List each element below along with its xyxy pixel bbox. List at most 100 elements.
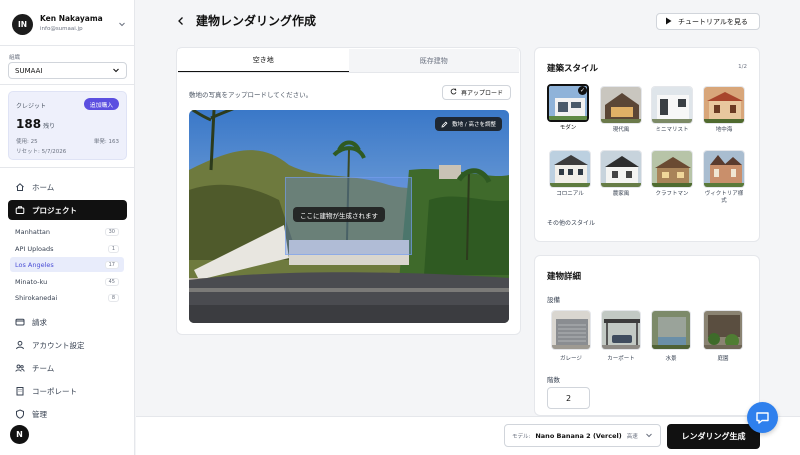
user-email: info@sumaai.jp [40, 26, 83, 32]
card-icon [15, 317, 25, 327]
more-styles-link[interactable]: その他のスタイル [547, 218, 595, 227]
details-section-title: 建物詳細 [547, 272, 582, 282]
project-name: API Uploads [15, 244, 54, 253]
style-pager[interactable]: 1/2 [738, 64, 747, 70]
nav-admin-label: 管理 [32, 409, 47, 419]
facility-option-carport[interactable]: カーポート [601, 310, 641, 362]
nav-team-label: チーム [32, 363, 55, 373]
site-panel: 空き地 既存建物 敷地の写真をアップロードしてください。 再アップロード 敷地 … [176, 47, 521, 335]
project-item-api-uploads[interactable]: API Uploads 1 [10, 241, 124, 256]
adjust-site-button[interactable]: 敷地 / 高さを調整 [435, 117, 502, 131]
project-count: 17 [104, 260, 119, 269]
project-count: 8 [107, 293, 119, 302]
facility-label: ガレージ [560, 356, 582, 362]
building-icon [15, 386, 25, 396]
project-item-manhattan[interactable]: Manhattan 30 [10, 224, 124, 239]
credit-label: クレジット [16, 103, 47, 110]
style-label: 現代風 [612, 127, 630, 133]
reupload-button[interactable]: 再アップロード [442, 85, 512, 100]
style-option-mediterranean[interactable]: 地中海 [703, 86, 745, 134]
pencil-icon [441, 121, 448, 128]
nav-admin[interactable]: 管理 [8, 404, 127, 424]
divider [0, 84, 135, 85]
style-thumb [651, 150, 693, 188]
style-option-victorian[interactable]: ヴィクトリア様式 [703, 150, 745, 205]
generate-render-button[interactable]: レンダリング生成 [667, 424, 760, 449]
project-item-shirokanedai[interactable]: Shirokanedai 8 [10, 290, 124, 305]
tutorial-label: チュートリアルを見る [678, 17, 748, 26]
chat-icon [756, 411, 769, 424]
project-item-los-angeles[interactable]: Los Angeles 17 [10, 257, 124, 272]
style-thumb [651, 86, 693, 124]
model-select[interactable]: モデル: Nano Banana 2 (Vercel) 高速 [504, 424, 661, 447]
nav-projects-label: プロジェクト [32, 205, 77, 215]
style-section-title: 建築スタイル [547, 64, 599, 74]
style-thumb [703, 150, 745, 188]
style-thumb [600, 86, 642, 124]
credit-remaining-value: 188 [16, 117, 42, 131]
team-icon [15, 363, 25, 373]
style-thumb [703, 86, 745, 124]
facility-thumb [651, 310, 691, 350]
style-thumb [549, 150, 591, 188]
nav-billing[interactable]: 請求 [8, 312, 127, 332]
facility-option-water-feature[interactable]: 水景 [651, 310, 691, 362]
nav-corporate-label: コーポレート [32, 386, 77, 396]
facility-thumb [551, 310, 591, 350]
facilities-label: 設備 [547, 296, 560, 304]
briefcase-icon [15, 205, 25, 215]
user-menu[interactable]: IN Ken Nakayama info@sumaai.jp [12, 12, 127, 36]
credit-reset: リセット: 5/7/2026 [16, 149, 67, 155]
details-panel: 建物詳細 設備 ガレージ カーポート 水景 庭園 階数 2 [534, 255, 760, 416]
chat-support-button[interactable] [747, 402, 778, 433]
tutorial-button[interactable]: チュートリアルを見る [656, 13, 760, 30]
buy-credits-button[interactable]: 追加購入 [83, 98, 119, 110]
tab-existing-building[interactable]: 既存建物 [348, 49, 519, 72]
facility-option-garage[interactable]: ガレージ [551, 310, 591, 362]
project-name: Manhattan [15, 227, 51, 236]
action-footer: モデル: Nano Banana 2 (Vercel) 高速 レンダリング生成 [136, 416, 800, 455]
building-placeholder-label: ここに建物が生成されます [293, 207, 385, 222]
project-name: Los Angeles [15, 260, 54, 269]
style-option-farmhouse[interactable]: 農家風 [600, 150, 642, 198]
style-option-modern[interactable]: ✓ モダン [547, 84, 589, 132]
nav-account[interactable]: アカウント設定 [8, 335, 127, 355]
nav-projects[interactable]: プロジェクト [8, 200, 127, 220]
tab-empty-lot[interactable]: 空き地 [178, 49, 349, 72]
user-name: Ken Nakayama [40, 14, 103, 23]
facility-label: 庭園 [717, 356, 729, 362]
sidebar-badge[interactable]: N [10, 425, 29, 444]
model-select-value: Nano Banana 2 (Vercel) [535, 431, 622, 440]
style-label: ミニマリスト [655, 127, 689, 133]
facility-option-garden[interactable]: 庭園 [703, 310, 743, 362]
project-count: 1 [107, 244, 119, 253]
check-icon: ✓ [578, 86, 587, 95]
floors-input[interactable]: 2 [547, 387, 590, 409]
project-name: Minato-ku [15, 277, 48, 286]
style-option-colonial[interactable]: コロニアル [549, 150, 591, 198]
style-option-minimalist[interactable]: ミニマリスト [651, 86, 693, 134]
home-icon [15, 182, 25, 192]
model-select-label: モデル: [512, 433, 531, 440]
chevron-down-icon [112, 66, 120, 76]
project-item-minato-ku[interactable]: Minato-ku 45 [10, 274, 124, 289]
chevron-down-icon [117, 19, 127, 29]
nav-home[interactable]: ホーム [8, 177, 127, 197]
divider [0, 45, 135, 46]
org-select[interactable]: SUMAAI [8, 62, 127, 79]
style-label: 地中海 [715, 127, 733, 133]
style-option-contemporary[interactable]: 現代風 [600, 86, 642, 134]
credit-used: 使用: 25 [16, 139, 38, 145]
credit-card: クレジット 追加購入 188 残り 使用: 25 単発: 163 リセット: 5/… [8, 91, 127, 160]
back-button[interactable] [177, 14, 187, 28]
nav-team[interactable]: チーム [8, 358, 127, 378]
style-option-craftsman[interactable]: クラフトマン [651, 150, 693, 198]
style-label: ヴィクトリア様式 [704, 191, 744, 204]
style-label: コロニアル [556, 191, 584, 197]
facility-label: 水景 [665, 356, 677, 362]
org-label: 組織 [9, 55, 21, 61]
nav-account-label: アカウント設定 [32, 340, 85, 350]
project-count: 30 [104, 227, 119, 236]
nav-corporate[interactable]: コーポレート [8, 381, 127, 401]
sidebar: IN Ken Nakayama info@sumaai.jp 組織 SUMAAI… [0, 0, 135, 455]
